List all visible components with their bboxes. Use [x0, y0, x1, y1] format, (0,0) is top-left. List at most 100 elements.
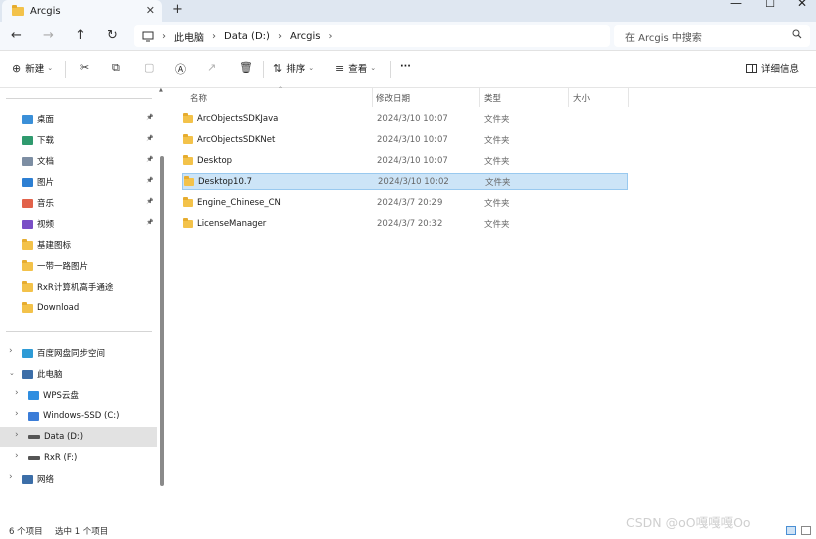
- close-button[interactable]: ✕: [786, 0, 816, 20]
- column-header-size[interactable]: 大小: [573, 88, 590, 107]
- pictures-icon: [22, 177, 33, 187]
- sidebar-item[interactable]: 音乐 📌: [0, 193, 157, 213]
- details-view-icon[interactable]: [786, 526, 796, 535]
- sidebar-item[interactable]: RxR计算机高手通途: [0, 277, 157, 297]
- breadcrumb-this-pc[interactable]: 此电脑: [174, 29, 204, 44]
- column-divider: [479, 88, 480, 107]
- view-button[interactable]: ≡ 查看 ⌄: [335, 61, 376, 76]
- tree-item[interactable]: › 百度网盘同步空间: [0, 343, 157, 363]
- sidebar-item-label: RxR计算机高手通途: [37, 283, 114, 293]
- tree-item-label: 百度网盘同步空间: [37, 349, 106, 359]
- new-tab-button[interactable]: +: [172, 2, 183, 17]
- sort-icon: ⇅: [273, 61, 283, 75]
- table-row[interactable]: Desktop 2024/3/10 10:07 文件夹: [182, 152, 628, 169]
- details-label: 详细信息: [761, 64, 800, 75]
- sort-button[interactable]: ⇅ 排序 ⌄: [273, 61, 314, 76]
- drive-icon: [28, 456, 40, 460]
- tab-arcgis[interactable]: Arcgis ✕: [2, 0, 162, 22]
- file-name: LicenseManager: [197, 218, 267, 229]
- details-pane-button[interactable]: 详细信息: [746, 61, 799, 75]
- tree-item-label: Windows-SSD (C:): [43, 411, 120, 421]
- table-row[interactable]: Desktop10.7 2024/3/10 10:02 文件夹: [182, 173, 628, 190]
- breadcrumb-data-drive[interactable]: Data (D:): [224, 31, 270, 42]
- drive-icon: [28, 435, 40, 439]
- cut-button[interactable]: ✂: [80, 61, 89, 74]
- chevron-right-icon[interactable]: ›: [15, 409, 19, 419]
- chevron-down-icon[interactable]: ⌄: [9, 369, 15, 377]
- back-button[interactable]: ←: [11, 28, 22, 43]
- tree-item-label: 网络: [37, 475, 55, 485]
- up-button[interactable]: ↑: [75, 28, 86, 43]
- search-box[interactable]: 在 Arcgis 中搜索: [614, 25, 810, 47]
- rename-button[interactable]: Ⓐ: [175, 61, 186, 77]
- more-options-button[interactable]: ···: [400, 61, 411, 72]
- scissors-icon: ✂: [80, 61, 90, 74]
- forward-button[interactable]: →: [43, 28, 54, 43]
- new-button[interactable]: ⊕ 新建 ⌄: [12, 61, 53, 76]
- chevron-right-icon[interactable]: ›: [15, 451, 19, 461]
- tree-item[interactable]: › Windows-SSD (C:): [0, 406, 157, 426]
- sidebar-item[interactable]: 文档 📌: [0, 151, 157, 171]
- tree-item[interactable]: › WPS云盘: [0, 385, 157, 405]
- tree-item-label: WPS云盘: [43, 391, 79, 401]
- sidebar-item[interactable]: 视频 📌: [0, 214, 157, 234]
- table-row[interactable]: ArcObjectsSDKNet 2024/3/10 10:07 文件夹: [182, 131, 628, 148]
- copy-button[interactable]: ⧉: [112, 61, 120, 75]
- tree-item[interactable]: › RxR (F:): [0, 448, 157, 468]
- sidebar-scrollbar[interactable]: ▲: [159, 87, 164, 514]
- chevron-right-icon[interactable]: ›: [15, 388, 19, 398]
- table-row[interactable]: Engine_Chinese_CN 2024/3/7 20:29 文件夹: [182, 194, 628, 211]
- scroll-thumb[interactable]: [160, 156, 164, 486]
- chevron-right-icon[interactable]: ›: [9, 472, 13, 482]
- sidebar-item[interactable]: 基建图标: [0, 235, 157, 255]
- chevron-right-icon[interactable]: ›: [15, 430, 19, 440]
- this-pc-icon: [22, 369, 33, 379]
- file-name: ArcObjectsSDKJava: [197, 113, 279, 124]
- pin-icon: 📌: [146, 198, 154, 205]
- copy-icon: ⧉: [112, 61, 120, 74]
- column-divider: [568, 88, 569, 107]
- paste-button[interactable]: ▢: [144, 61, 154, 74]
- column-header-date[interactable]: 修改日期: [376, 88, 410, 107]
- download-icon: [22, 135, 33, 145]
- sort-ascending-icon: ⌃: [278, 86, 284, 93]
- sidebar-item[interactable]: 下载 📌: [0, 130, 157, 150]
- column-header-name[interactable]: 名称: [190, 88, 207, 107]
- tab-close-icon[interactable]: ✕: [146, 4, 155, 17]
- search-input[interactable]: 在 Arcgis 中搜索: [625, 29, 702, 44]
- share-button[interactable]: ↗: [207, 61, 216, 74]
- scroll-up-icon[interactable]: ▲: [159, 87, 163, 93]
- address-bar[interactable]: › 此电脑 › Data (D:) › Arcgis ›: [134, 25, 610, 47]
- more-options-icon: ···: [400, 61, 411, 72]
- delete-button[interactable]: 🗑: [239, 61, 253, 74]
- selection-count: 选中 1 个项目: [55, 527, 109, 537]
- tree-item[interactable]: › 网络: [0, 469, 157, 489]
- sidebar-item[interactable]: 一带一路图片: [0, 256, 157, 276]
- chevron-right-icon[interactable]: ›: [9, 346, 13, 356]
- folder-icon: [183, 133, 193, 144]
- maximize-button[interactable]: ☐: [754, 0, 786, 21]
- breadcrumb-arcgis[interactable]: Arcgis: [290, 31, 321, 42]
- sidebar-item-label: 一带一路图片: [37, 262, 89, 272]
- share-icon: ↗: [207, 61, 217, 74]
- tree-item[interactable]: › Data (D:): [0, 427, 157, 447]
- breadcrumb-separator: ›: [162, 30, 166, 42]
- network-icon: [22, 474, 33, 484]
- breadcrumb-separator: ›: [212, 30, 216, 42]
- breadcrumb-dropdown-icon[interactable]: ›: [329, 31, 333, 42]
- sidebar-item[interactable]: 图片 📌: [0, 172, 157, 192]
- column-header-type[interactable]: 类型: [484, 88, 501, 107]
- toolbar-divider: [390, 61, 391, 78]
- toolbar-divider: [263, 61, 264, 78]
- table-row[interactable]: ArcObjectsSDKJava 2024/3/10 10:07 文件夹: [182, 110, 628, 127]
- table-row[interactable]: LicenseManager 2024/3/7 20:32 文件夹: [182, 215, 628, 232]
- tiles-view-icon[interactable]: [801, 526, 811, 535]
- refresh-button[interactable]: ↻: [107, 28, 118, 43]
- tree-item-label: Data (D:): [44, 432, 84, 442]
- minimize-button[interactable]: —: [720, 0, 752, 20]
- navigation-bar: ← → ↑ ↻ › 此电脑 › Data (D:) › Arcgis › 在 A…: [0, 22, 816, 51]
- sidebar-item[interactable]: Download: [0, 298, 157, 318]
- tree-item[interactable]: ⌄ 此电脑: [0, 364, 157, 384]
- folder-icon: [183, 154, 193, 165]
- sidebar-item[interactable]: 桌面 📌: [0, 109, 157, 129]
